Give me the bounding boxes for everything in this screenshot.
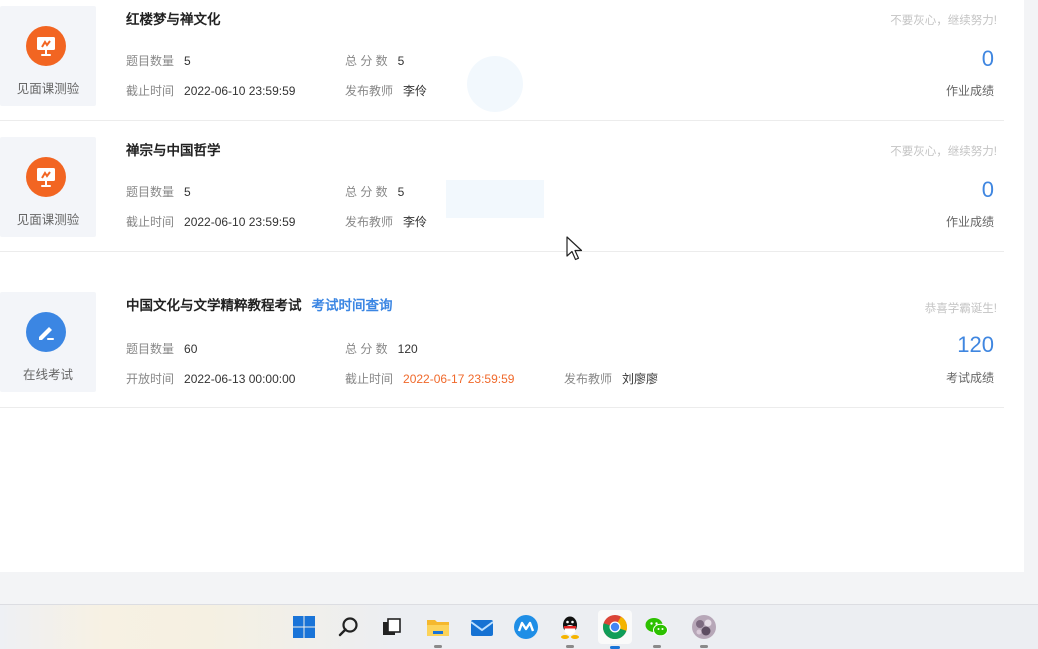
field-label: 发布教师 [345,215,394,229]
exam-time-query-link[interactable]: 考试时间查询 [312,298,393,313]
assignment-title[interactable]: 红楼梦与禅文化 [126,8,221,28]
file-explorer-icon[interactable] [424,613,452,648]
assignment-card[interactable]: 见面课测验 红楼梦与禅文化 题目数量 5 总 分 数 5 截止时间 2022-06-1… [0,0,1004,121]
field-value: 120 [397,342,418,356]
field-value: 5 [397,185,405,199]
field-value: 5 [397,54,405,68]
exam-title[interactable]: 中国文化与文学精粹教程考试 [126,298,302,313]
badge-label: 见面课测验 [16,82,80,96]
chrome-icon[interactable] [598,610,632,649]
score-label: 作业成绩 [945,215,994,229]
field-label: 发布教师 [564,372,613,386]
field-label: 总 分 数 [345,342,388,356]
field-label: 截止时间 [126,215,175,229]
field-value: 5 [184,54,191,68]
score-value: 0 [981,46,994,71]
score-label: 作业成绩 [945,84,994,98]
field-value: 李伶 [403,215,428,229]
assignment-type-badge: 见面课测验 [0,137,96,237]
presentation-quiz-icon [26,157,66,197]
encouragement-text: 不要灰心，继续努力! [890,146,997,158]
badge-label: 见面课测验 [16,213,80,227]
field-label: 截止时间 [345,372,394,386]
exam-title-row: 中国文化与文学精粹教程考试 考试时间查询 [126,294,393,314]
field-label: 总 分 数 [345,54,388,68]
presentation-quiz-icon [26,26,66,66]
pencil-exam-icon [26,312,66,352]
teacher: 发布教师 李伶 [345,213,427,230]
encouragement-text: 恭喜学霸诞生! [924,303,997,315]
question-count: 题目数量 60 [126,340,197,357]
teacher: 发布教师 李伶 [345,82,427,99]
field-label: 总 分 数 [345,185,388,199]
field-value: 2022-06-10 23:59:59 [184,84,296,98]
total-score: 总 分 数 120 [345,340,418,357]
field-label: 题目数量 [126,342,175,356]
search-icon[interactable] [335,613,363,641]
task-view-icon[interactable] [377,613,405,641]
field-label: 题目数量 [126,54,175,68]
field-value: 刘廖廖 [622,372,659,386]
assignment-type-badge: 见面课测验 [0,6,96,106]
field-value: 5 [184,185,191,199]
taskbar [0,604,1038,649]
total-score: 总 分 数 5 [345,52,404,69]
windows-start-icon[interactable] [290,613,318,641]
teacher: 发布教师 刘廖廖 [564,370,658,387]
wechat-icon[interactable] [643,613,671,648]
badge-label: 在线考试 [22,368,73,382]
question-count: 题目数量 5 [126,183,191,200]
deadline: 截止时间 2022-06-10 23:59:59 [126,213,295,230]
field-label: 截止时间 [126,84,175,98]
field-value: 60 [184,342,198,356]
qq-icon[interactable] [556,613,584,648]
field-value: 李伶 [403,84,428,98]
open-time: 开放时间 2022-06-13 00:00:00 [126,370,295,387]
score-value: 120 [957,332,994,357]
field-value: 2022-06-10 23:59:59 [184,215,296,229]
deadline: 截止时间 2022-06-17 23:59:59 [345,370,514,387]
score-label: 考试成绩 [945,371,994,385]
assignment-type-badge: 在线考试 [0,292,96,392]
mail-icon[interactable] [468,613,496,641]
deadline: 截止时间 2022-06-10 23:59:59 [126,82,295,99]
field-label: 发布教师 [345,84,394,98]
avatar-app-icon[interactable] [690,613,718,648]
score-value: 0 [981,177,994,202]
field-label: 题目数量 [126,185,175,199]
field-value: 2022-06-17 23:59:59 [403,372,515,386]
exam-card[interactable]: 在线考试 中国文化与文学精粹教程考试 考试时间查询 题目数量 60 总 分 数 120… [0,276,1004,408]
mouse-cursor-icon [566,236,583,261]
field-label: 开放时间 [126,372,175,386]
field-value: 2022-06-13 00:00:00 [184,372,296,386]
assignment-card[interactable]: 见面课测验 禅宗与中国哲学 题目数量 5 总 分 数 5 截止时间 2022-06-1… [0,121,1004,252]
assignment-title[interactable]: 禅宗与中国哲学 [126,139,221,159]
encouragement-text: 不要灰心，继续努力! [890,15,997,27]
app-icon[interactable] [512,613,540,641]
question-count: 题目数量 5 [126,52,191,69]
content-panel: 见面课测验 红楼梦与禅文化 题目数量 5 总 分 数 5 截止时间 2022-06-1… [0,0,1024,572]
total-score: 总 分 数 5 [345,183,404,200]
